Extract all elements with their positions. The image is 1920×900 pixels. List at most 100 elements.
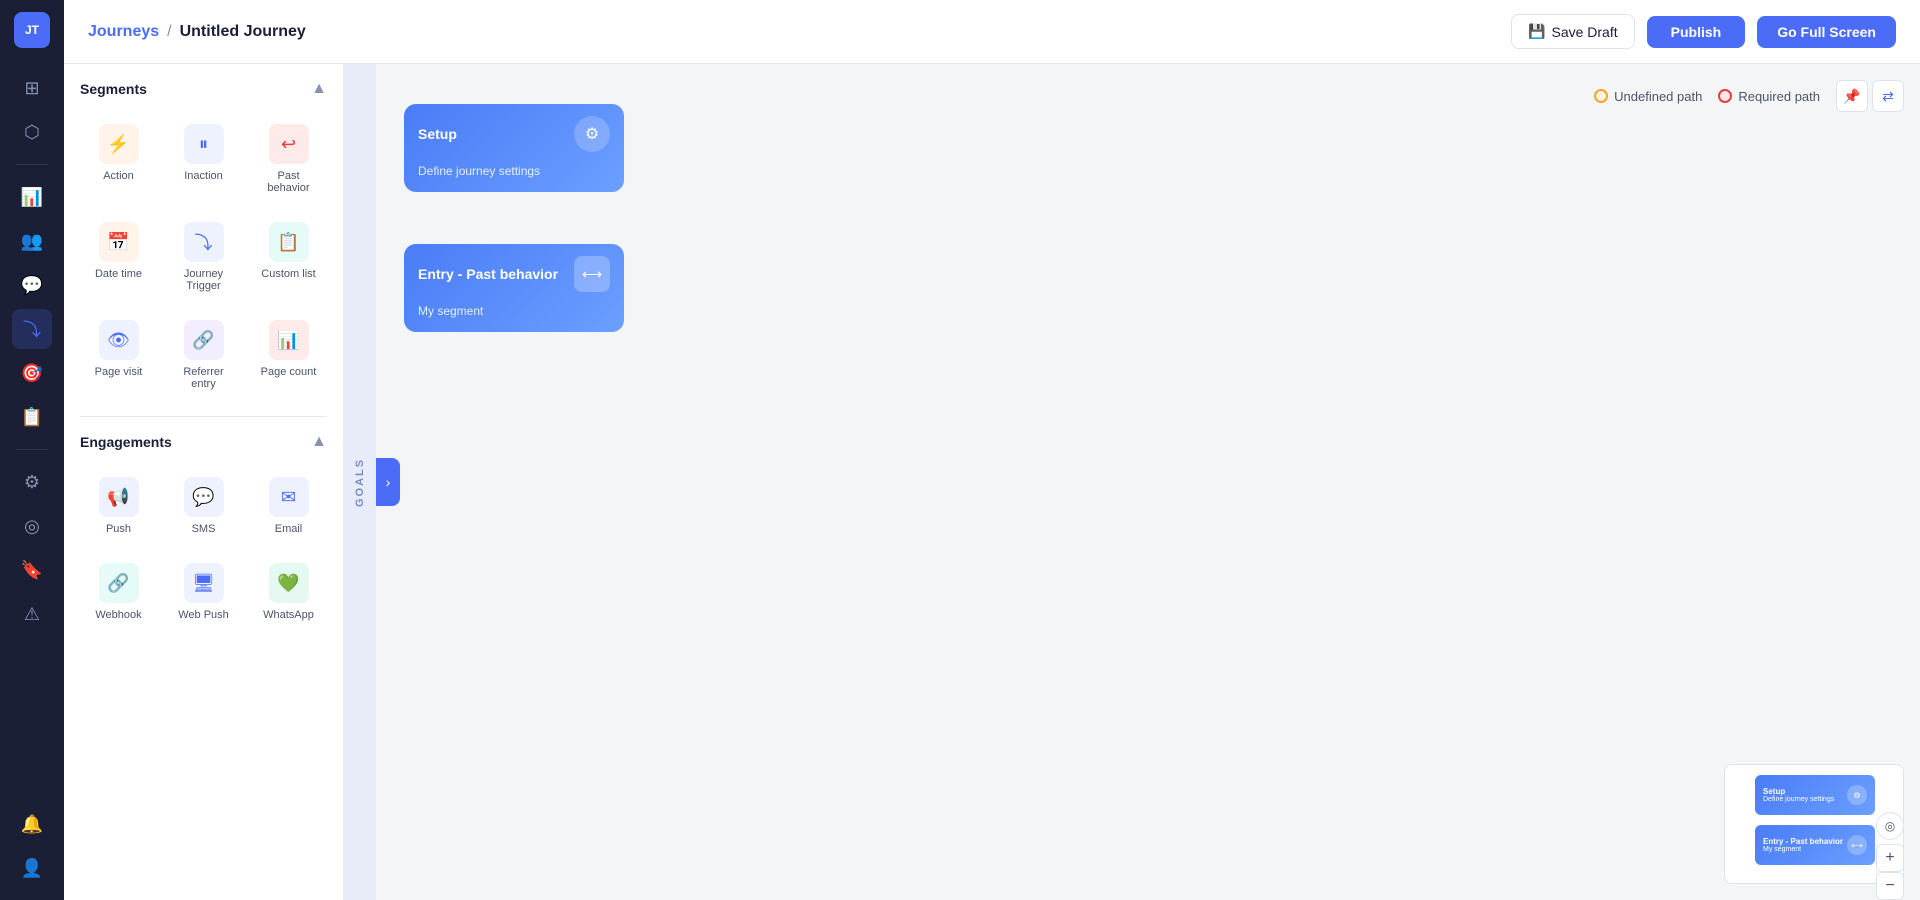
undefined-path-dot <box>1594 89 1608 103</box>
engagements-collapse-icon[interactable]: ▲ <box>311 433 327 451</box>
setup-node[interactable]: Setup ⚙ Define journey settings <box>404 104 624 192</box>
push-icon: 📢 <box>99 477 139 517</box>
custom-list-label: Custom list <box>261 268 315 280</box>
engagement-item-push[interactable]: 📢 Push <box>80 467 157 545</box>
setup-node-title: Setup <box>418 126 457 142</box>
inaction-label: Inaction <box>184 170 223 182</box>
nav-alerts[interactable]: ⚠ <box>12 594 52 634</box>
engagement-item-webhook[interactable]: 🔗 Webhook <box>80 553 157 631</box>
user-avatar[interactable]: JT <box>14 12 50 48</box>
breadcrumb-current-page: Untitled Journey <box>180 23 306 41</box>
canvas-layout-button[interactable]: ⇄ <box>1872 80 1904 112</box>
sidebar-panel: Segments ▲ ⚡ Action ⏸ Inaction ↩ Past be… <box>64 64 344 900</box>
push-label: Push <box>106 523 131 535</box>
required-path-legend: Required path <box>1718 89 1820 104</box>
nav-dashboard[interactable]: ⊞ <box>12 68 52 108</box>
nav-messages[interactable]: 💬 <box>12 265 52 305</box>
segment-item-page-count[interactable]: 📊 Page count <box>250 310 327 400</box>
nav-targeting[interactable]: ◎ <box>12 506 52 546</box>
segment-item-action[interactable]: ⚡ Action <box>80 114 157 204</box>
nav-reports[interactable]: 📋 <box>12 397 52 437</box>
nav-separator <box>16 164 48 165</box>
nav-settings[interactable]: ⚙ <box>12 462 52 502</box>
nav-user-profile[interactable]: 👤 <box>12 848 52 888</box>
setup-node-subtitle: Define journey settings <box>418 164 540 178</box>
sms-icon: 💬 <box>184 477 224 517</box>
page-visit-icon: 👁 <box>99 320 139 360</box>
main-content: Journeys / Untitled Journey 💾 Save Draft… <box>64 0 1920 900</box>
whatsapp-icon: 💚 <box>269 563 309 603</box>
sms-label: SMS <box>192 523 216 535</box>
engagement-item-email[interactable]: ✉ Email <box>250 467 327 545</box>
engagement-item-web-push[interactable]: 🖥 Web Push <box>165 553 242 631</box>
segments-collapse-icon[interactable]: ▲ <box>311 80 327 98</box>
nav-bottom: 🔔 👤 <box>12 804 52 888</box>
canvas-controls: 📌 ⇄ <box>1836 80 1904 112</box>
save-draft-button[interactable]: 💾 Save Draft <box>1511 14 1635 49</box>
canvas-toolbar: Undefined path Required path 📌 ⇄ <box>1594 80 1904 112</box>
breadcrumb-separator: / <box>167 23 171 41</box>
mini-setup-subtitle: Define journey settings <box>1763 796 1834 803</box>
required-path-label: Required path <box>1738 89 1820 104</box>
referrer-entry-icon: 🔗 <box>184 320 224 360</box>
nav-users[interactable]: 👥 <box>12 221 52 261</box>
segment-item-past-behavior[interactable]: ↩ Past behavior <box>250 114 327 204</box>
segment-item-date-time[interactable]: 📅 Date time <box>80 212 157 302</box>
nav-connections[interactable]: ⬡ <box>12 112 52 152</box>
mini-map-zoom-in-button[interactable]: + <box>1876 844 1904 872</box>
go-full-screen-button[interactable]: Go Full Screen <box>1757 16 1896 48</box>
mini-map-target-button[interactable]: ◎ <box>1876 812 1904 840</box>
web-push-icon: 🖥 <box>184 563 224 603</box>
segment-item-custom-list[interactable]: 📋 Custom list <box>250 212 327 302</box>
mini-node-setup-text: Setup Define journey settings <box>1763 787 1834 803</box>
segments-grid: ⚡ Action ⏸ Inaction ↩ Past behavior 📅 Da… <box>80 114 327 400</box>
canvas-area: Segments ▲ ⚡ Action ⏸ Inaction ↩ Past be… <box>64 64 1920 900</box>
setup-node-settings-icon[interactable]: ⚙ <box>574 116 610 152</box>
segment-item-inaction[interactable]: ⏸ Inaction <box>165 114 242 204</box>
nav-analytics[interactable]: 📊 <box>12 177 52 217</box>
engagements-title: Engagements <box>80 434 172 450</box>
engagements-header: Engagements ▲ <box>80 433 327 451</box>
path-legend: Undefined path Required path <box>1594 89 1820 104</box>
save-draft-label: Save Draft <box>1551 24 1617 40</box>
segment-item-journey-trigger[interactable]: ⤵ Journey Trigger <box>165 212 242 302</box>
mini-map-zoom-out-button[interactable]: − <box>1876 872 1904 900</box>
mini-entry-subtitle: My segment <box>1763 846 1843 853</box>
journey-trigger-icon: ⤵ <box>184 222 224 262</box>
left-nav: JT ⊞ ⬡ 📊 👥 💬 ⤵ 🎯 📋 ⚙ ◎ 🔖 ⚠ 🔔 👤 <box>0 0 64 900</box>
undefined-path-legend: Undefined path <box>1594 89 1702 104</box>
date-time-label: Date time <box>95 268 142 280</box>
nav-campaigns[interactable]: 🎯 <box>12 353 52 393</box>
setup-node-body: Define journey settings <box>404 160 624 192</box>
engagement-item-whatsapp[interactable]: 💚 WhatsApp <box>250 553 327 631</box>
page-count-icon: 📊 <box>269 320 309 360</box>
nav-separator-2 <box>16 449 48 450</box>
email-icon: ✉ <box>269 477 309 517</box>
top-header: Journeys / Untitled Journey 💾 Save Draft… <box>64 0 1920 64</box>
past-behavior-icon: ↩ <box>269 124 309 164</box>
goals-label: GOALS <box>354 457 366 506</box>
entry-node-header: Entry - Past behavior ⟷ <box>404 244 624 300</box>
past-behavior-label: Past behavior <box>256 170 321 194</box>
goals-strip[interactable]: GOALS <box>344 64 376 900</box>
nav-bookmarks[interactable]: 🔖 <box>12 550 52 590</box>
web-push-label: Web Push <box>178 609 229 621</box>
referrer-entry-label: Referrer entry <box>171 366 236 390</box>
publish-button[interactable]: Publish <box>1647 16 1746 48</box>
page-visit-label: Page visit <box>95 366 143 378</box>
undefined-path-label: Undefined path <box>1614 89 1702 104</box>
canvas-pin-button[interactable]: 📌 <box>1836 80 1868 112</box>
engagement-item-sms[interactable]: 💬 SMS <box>165 467 242 545</box>
canvas-expand-button[interactable]: › <box>376 458 400 506</box>
segment-item-referrer-entry[interactable]: 🔗 Referrer entry <box>165 310 242 400</box>
nav-journeys[interactable]: ⤵ <box>12 309 52 349</box>
mini-entry-title: Entry - Past behavior <box>1763 837 1843 846</box>
segment-item-page-visit[interactable]: 👁 Page visit <box>80 310 157 400</box>
entry-node[interactable]: Entry - Past behavior ⟷ My segment <box>404 244 624 332</box>
entry-node-title: Entry - Past behavior <box>418 266 558 282</box>
engagements-grid: 📢 Push 💬 SMS ✉ Email 🔗 Webhook <box>80 467 327 631</box>
entry-node-icon[interactable]: ⟷ <box>574 256 610 292</box>
nav-notifications[interactable]: 🔔 <box>12 804 52 844</box>
engagements-section: Engagements ▲ 📢 Push 💬 SMS ✉ Email <box>64 417 343 647</box>
breadcrumb-journeys-link[interactable]: Journeys <box>88 23 159 41</box>
